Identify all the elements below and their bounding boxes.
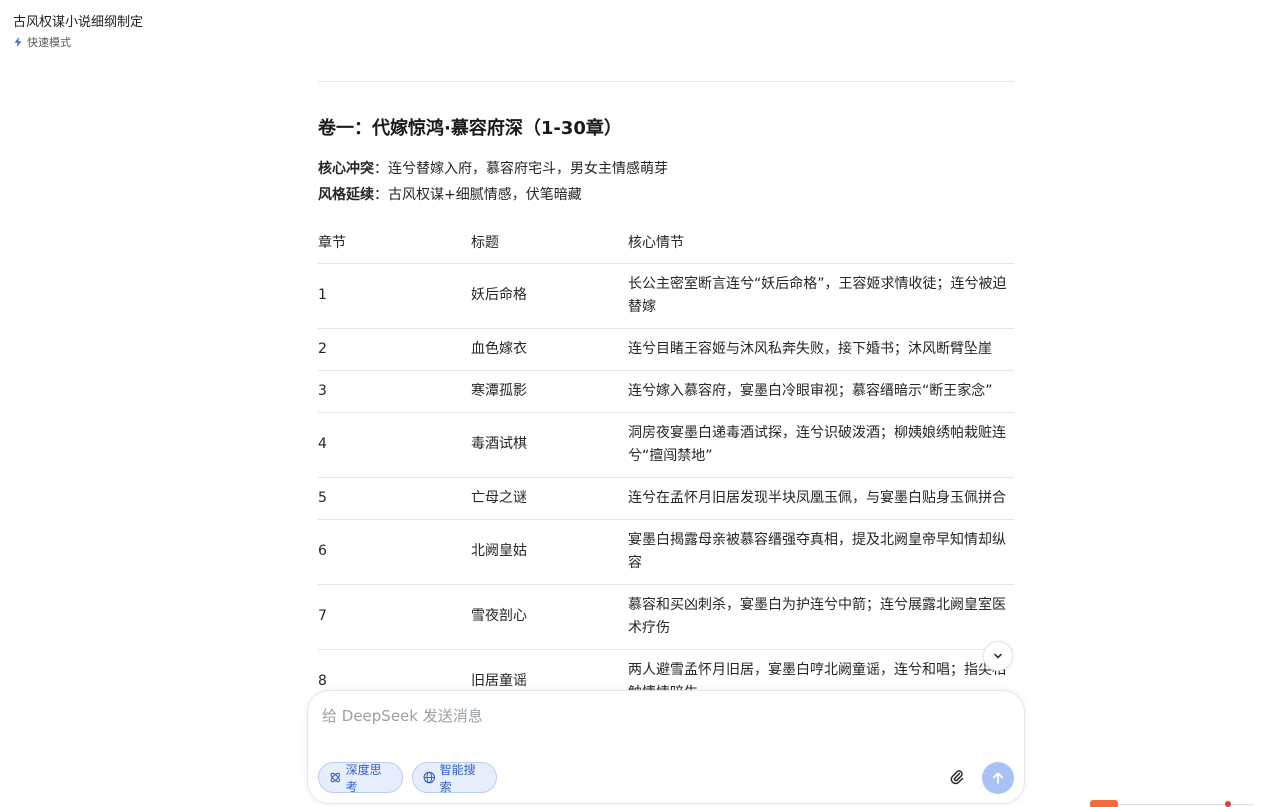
send-button[interactable] xyxy=(982,762,1014,794)
meta-core-conflict: 核心冲突：连兮替嫁入府，慕容府宅斗，男女主情感萌芽 xyxy=(318,158,668,178)
mode-label: 快速模式 xyxy=(27,36,71,49)
divider xyxy=(318,81,1014,82)
chapter-number: 5 xyxy=(318,477,471,520)
table-header-row: 章节 标题 核心情节 xyxy=(318,221,1014,264)
table-row: 1 妖后命格 长公主密室断言连兮“妖后命格”，王容姬求情收徒；连兮被迫替嫁 xyxy=(318,263,1014,329)
column-header-title: 标题 xyxy=(471,221,628,264)
chapter-number: 8 xyxy=(318,649,471,690)
web-search-label: 智能搜索 xyxy=(439,762,476,794)
chapter-title: 北阙皇姑 xyxy=(471,519,628,585)
chapter-title: 雪夜剖心 xyxy=(471,584,628,650)
chapter-title: 亡母之谜 xyxy=(471,477,628,520)
deep-think-toggle[interactable]: 深度思考 xyxy=(318,762,403,794)
column-header-plot: 核心情节 xyxy=(628,221,1014,264)
attach-file-button[interactable] xyxy=(946,766,968,788)
chapter-plot: 连兮在孟怀月旧居发现半块凤凰玉佩，与宴墨白贴身玉佩拼合 xyxy=(628,477,1014,520)
paperclip-icon xyxy=(950,770,964,785)
table-row: 2 血色嫁衣 连兮目睹王容姬与沐风私奔失败，接下婚书；沐风断臂坠崖 xyxy=(318,328,1014,371)
chapter-number: 7 xyxy=(318,584,471,650)
chapter-table: 章节 标题 核心情节 1 妖后命格 长公主密室断言连兮“妖后命格”，王容姬求情收徒；… xyxy=(318,221,1014,690)
chevron-down-icon xyxy=(994,653,1002,659)
chapter-title: 妖后命格 xyxy=(471,263,628,329)
message-composer: 深度思考 智能搜索 xyxy=(307,690,1025,804)
meta-label: 风格延续 xyxy=(318,187,374,203)
chapter-plot: 连兮目睹王容姬与沐风私奔失败，接下婚书；沐风断臂坠崖 xyxy=(628,328,1014,371)
chat-header: 古风权谋小说细纲制定 快速模式 xyxy=(13,14,143,50)
chapter-plot: 长公主密室断言连兮“妖后命格”，王容姬求情收徒；连兮被迫替嫁 xyxy=(628,263,1014,329)
deep-think-label: 深度思考 xyxy=(345,762,382,794)
chapter-number: 4 xyxy=(318,412,471,478)
table-row: 7 雪夜剖心 慕容和买凶刺杀，宴墨白为护连兮中箭；连兮展露北阙皇室医术疗伤 xyxy=(318,584,1014,650)
mode-indicator: 快速模式 xyxy=(13,34,143,50)
table-row: 8旧居童谣两人避雪孟怀月旧居，宴墨白哼北阙童谣，连兮和唱；指尖相触情愫暗生 xyxy=(318,649,1014,690)
chapter-number: 6 xyxy=(318,519,471,585)
globe-icon xyxy=(423,771,436,784)
chapter-plot: 宴墨白揭露母亲被慕容缙强夺真相，提及北阙皇帝早知情却纵容 xyxy=(628,519,1014,585)
chapter-title: 旧居童谣 xyxy=(471,649,628,690)
arrow-up-icon xyxy=(992,772,1004,784)
corner-decoration xyxy=(1090,800,1118,807)
chapter-title: 寒潭孤影 xyxy=(471,370,628,413)
table-row: 4 毒酒试棋 洞房夜宴墨白递毒酒试探，连兮识破泼酒；柳姨娘绣帕栽赃连兮“擅闯禁地” xyxy=(318,412,1014,478)
table-row: 6 北阙皇姑 宴墨白揭露母亲被慕容缙强夺真相，提及北阙皇帝早知情却纵容 xyxy=(318,519,1014,585)
meta-label: 核心冲突 xyxy=(318,161,374,177)
corner-decoration-dot xyxy=(1225,801,1231,807)
chapter-title: 毒酒试棋 xyxy=(471,412,628,478)
scroll-to-bottom-button[interactable] xyxy=(983,641,1013,671)
chapter-number: 1 xyxy=(318,263,471,329)
table-row: 5 亡母之谜 连兮在孟怀月旧居发现半块凤凰玉佩，与宴墨白贴身玉佩拼合 xyxy=(318,477,1014,520)
chapter-title: 血色嫁衣 xyxy=(471,328,628,371)
message-input[interactable] xyxy=(322,705,1002,745)
volume-heading: 卷一：代嫁惊鸿·慕容府深（1-30章） xyxy=(318,118,622,139)
meta-text: ：古风权谋+细腻情感，伏笔暗藏 xyxy=(374,187,582,203)
chapter-plot: 慕容和买凶刺杀，宴墨白为护连兮中箭；连兮展露北阙皇室医术疗伤 xyxy=(628,584,1014,650)
lightning-icon xyxy=(14,37,22,47)
chapter-number: 2 xyxy=(318,328,471,371)
deep-think-icon xyxy=(330,772,340,783)
column-header-chapter: 章节 xyxy=(318,221,471,264)
table-row: 3 寒潭孤影 连兮嫁入慕容府，宴墨白冷眼审视；慕容缙暗示“断王家念” xyxy=(318,370,1014,413)
chapter-number: 3 xyxy=(318,370,471,413)
chat-title[interactable]: 古风权谋小说细纲制定 xyxy=(13,14,143,32)
meta-style: 风格延续：古风权谋+细腻情感，伏笔暗藏 xyxy=(318,184,582,204)
chapter-plot: 两人避雪孟怀月旧居，宴墨白哼北阙童谣，连兮和唱；指尖相触情愫暗生 xyxy=(628,649,1014,690)
meta-text: ：连兮替嫁入府，慕容府宅斗，男女主情感萌芽 xyxy=(374,161,668,177)
message-content: 卷一：代嫁惊鸿·慕容府深（1-30章） 核心冲突：连兮替嫁入府，慕容府宅斗，男女… xyxy=(318,0,1014,690)
web-search-toggle[interactable]: 智能搜索 xyxy=(412,762,497,794)
chapter-plot: 洞房夜宴墨白递毒酒试探，连兮识破泼酒；柳姨娘绣帕栽赃连兮“擅闯禁地” xyxy=(628,412,1014,478)
chapter-plot: 连兮嫁入慕容府，宴墨白冷眼审视；慕容缙暗示“断王家念” xyxy=(628,370,1014,413)
